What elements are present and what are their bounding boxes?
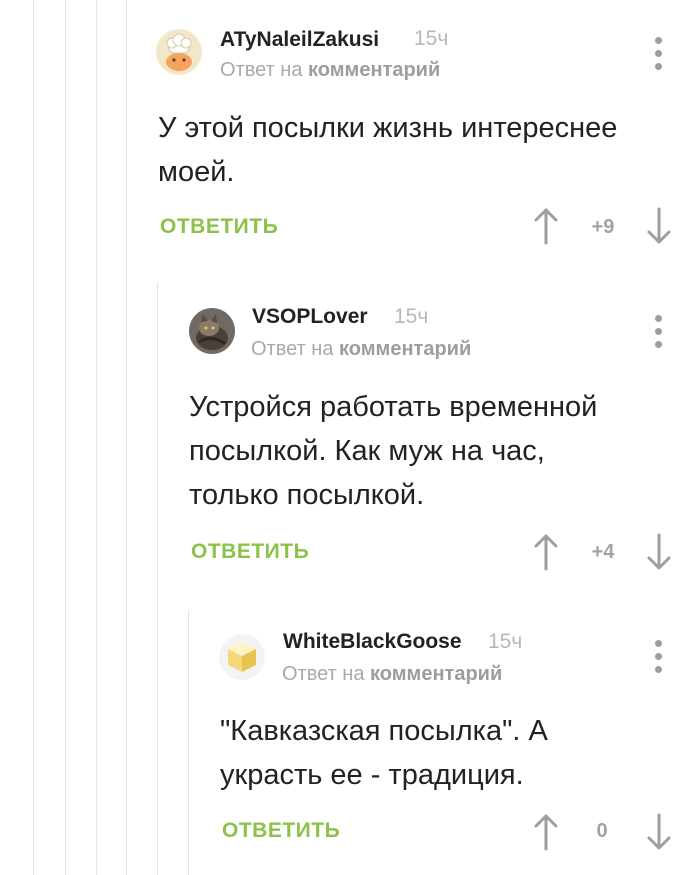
arrow-up-icon[interactable] <box>532 533 560 571</box>
comment-body-line: посылкой. Как муж на час, <box>189 435 545 467</box>
rating-count: +4 <box>591 541 615 563</box>
thread-line <box>96 0 97 875</box>
reply-to-prefix: Ответ на <box>282 663 365 685</box>
reply-to-link[interactable]: комментарий <box>370 663 502 685</box>
more-vertical-icon[interactable] <box>647 638 671 678</box>
comment-body-line: У этой посылки жизнь интереснее <box>158 112 618 144</box>
comment-body-line: Устройся работать временной <box>189 391 598 423</box>
arrow-down-icon[interactable] <box>645 813 673 851</box>
rating-count: +9 <box>591 216 615 238</box>
arrow-up-icon[interactable] <box>532 207 560 245</box>
more-vertical-icon[interactable] <box>647 313 671 353</box>
comment-body-line: "Кавказская посылка". А <box>220 715 548 747</box>
comment-body-line: только посылкой. <box>189 479 425 511</box>
comment-body-line: моей. <box>158 156 235 188</box>
reply-button[interactable]: ОТВЕТИТЬ <box>222 819 340 843</box>
comment-time: 15ч <box>414 27 449 50</box>
comment-time: 15ч <box>488 630 523 653</box>
comment-body: "Кавказская посылка". А украсть ее - тра… <box>220 709 548 797</box>
comment-author[interactable]: VSOPLover <box>252 305 368 329</box>
reply-to: Ответ на комментарий <box>251 338 471 361</box>
reply-button[interactable]: ОТВЕТИТЬ <box>191 540 309 564</box>
comment: ATyNaleilZakusi 15ч Ответ на комментарий… <box>126 0 700 270</box>
reply-to-prefix: Ответ на <box>251 338 334 360</box>
more-vertical-icon[interactable] <box>647 35 671 75</box>
arrow-down-icon[interactable] <box>645 533 673 571</box>
comment: WhiteBlackGoose 15ч Ответ на комментарий… <box>188 610 700 875</box>
comment-time: 15ч <box>394 305 429 328</box>
cube-avatar[interactable] <box>219 634 265 680</box>
thread-line <box>33 0 34 875</box>
reply-to-link[interactable]: комментарий <box>308 59 440 81</box>
comment-body: Устройся работать временной посылкой. Ка… <box>189 385 597 517</box>
reply-to-link[interactable]: комментарий <box>339 338 471 360</box>
comment-author[interactable]: WhiteBlackGoose <box>283 630 462 654</box>
reply-to: Ответ на комментарий <box>282 663 502 686</box>
comment: VSOPLover 15ч Ответ на комментарий Устро… <box>157 282 700 602</box>
arrow-up-icon[interactable] <box>532 813 560 851</box>
rating-count: 0 <box>596 820 608 842</box>
arrow-down-icon[interactable] <box>645 207 673 245</box>
comment-body: У этой посылки жизнь интереснее моей. <box>158 106 617 194</box>
thread-line <box>65 0 66 875</box>
reply-button[interactable]: ОТВЕТИТЬ <box>160 215 278 239</box>
reply-to-prefix: Ответ на <box>220 59 303 81</box>
reply-to: Ответ на комментарий <box>220 59 440 82</box>
cat-photo-avatar[interactable] <box>189 308 235 354</box>
chef-avatar[interactable] <box>156 29 202 75</box>
comment-body-line: украсть ее - традиция. <box>220 759 524 791</box>
comment-author[interactable]: ATyNaleilZakusi <box>220 28 379 52</box>
